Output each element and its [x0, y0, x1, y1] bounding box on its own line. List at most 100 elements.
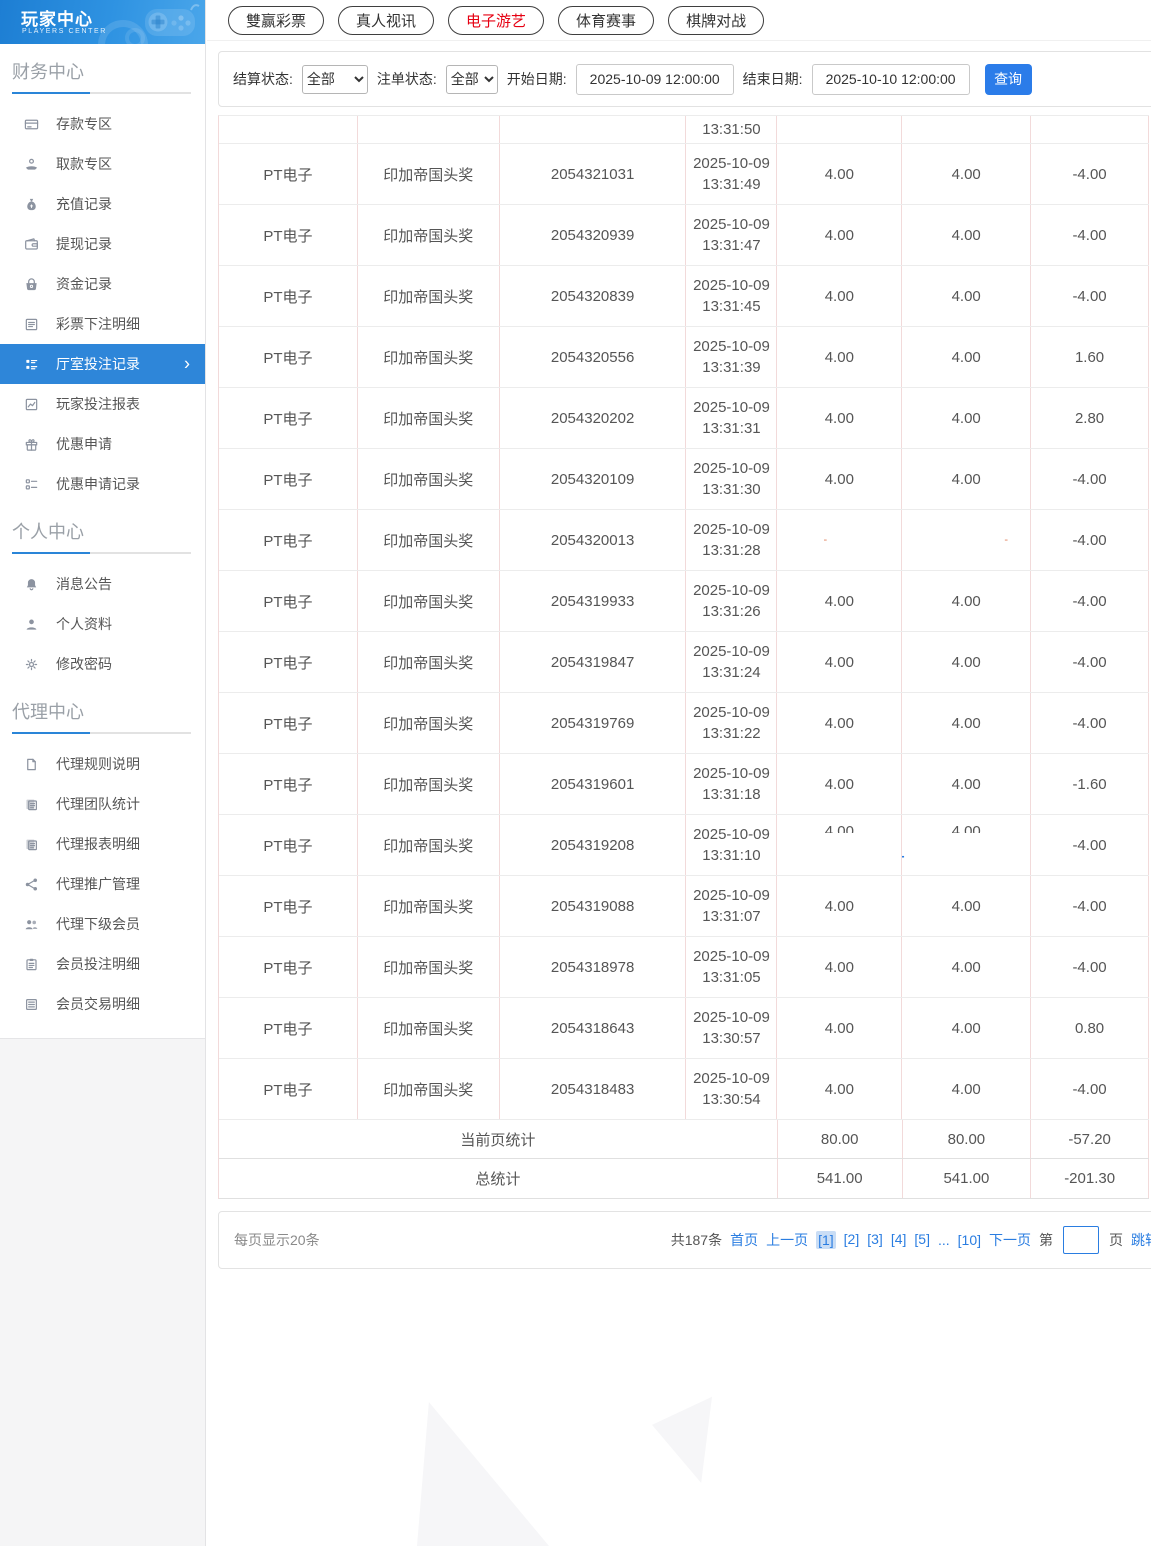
sidebar-item-agent-team-stats[interactable]: 代理团队统计 ›: [0, 784, 205, 824]
start-date-input[interactable]: [575, 63, 734, 95]
sidebar-item-funds-records[interactable]: 资金记录 ›: [0, 264, 205, 304]
tab-sports[interactable]: 体育赛事: [558, 5, 655, 35]
sidebar-item-promo-apply-records[interactable]: 优惠申请记录 ›: [0, 464, 205, 504]
platform-cell: PT电子: [219, 754, 358, 814]
prev-page-link[interactable]: 上一页: [766, 1230, 808, 1250]
table-row: PT电子 印加帝国头奖 2054321031 2025-10-09 13:31:4…: [219, 144, 1149, 205]
tab-lottery[interactable]: 雙赢彩票: [228, 5, 325, 35]
valid-amount-cell: 4.00: [902, 388, 1032, 448]
bet-amount-cell: 4.00: [777, 571, 903, 631]
list-alt-icon: [23, 996, 39, 1012]
total-count-text: 共187条: [670, 1232, 723, 1248]
order-number-cell: 2054318483: [500, 1059, 687, 1119]
table-row: PT电子 印加帝国头奖 2054320939 2025-10-09 13:31:4…: [219, 205, 1149, 266]
query-button[interactable]: 查询: [984, 63, 1032, 95]
time-cell: 2025-10-09 13:30:57: [686, 998, 778, 1058]
triangle-decoration: [417, 1402, 549, 1546]
page-link-1[interactable]: [1]: [816, 1231, 836, 1249]
page-link-5[interactable]: [5]: [914, 1231, 930, 1249]
winloss-cell: -4.00: [1031, 1059, 1149, 1119]
jump-button[interactable]: 跳转: [1131, 1230, 1151, 1250]
order-status-label: 注单状态:: [376, 71, 437, 87]
page-summary-valid: 80.00: [903, 1120, 1032, 1158]
valid-amount-cell: 4.00: [902, 876, 1032, 936]
tab-live-casino[interactable]: 真人视讯: [338, 5, 435, 35]
sidebar-item-promo-apply[interactable]: 优惠申请 ›: [0, 424, 205, 464]
jump-suffix: 页: [1109, 1232, 1123, 1248]
sidebar-item-agent-rules[interactable]: 代理规则说明 ›: [0, 744, 205, 784]
gamepad-icon: [121, 2, 201, 44]
table-row: PT电子 印加帝国头奖 2054320839 2025-10-09 13:31:4…: [219, 266, 1149, 327]
sidebar-item-recharge-records[interactable]: 充值记录 ›: [0, 184, 205, 224]
section-underline: [12, 732, 191, 734]
sidebar-item-member-transactions[interactable]: 会员交易明细 ›: [0, 984, 205, 1024]
section-title-agent-center: 代理中心: [12, 702, 84, 722]
sidebar-item-agent-sub-members[interactable]: 代理下级会员 ›: [0, 904, 205, 944]
settle-status-select[interactable]: 全部: [301, 64, 368, 94]
bet-amount-cell: 4.00: [777, 449, 903, 509]
time-cell: 2025-10-09 13:31:18: [686, 754, 778, 814]
sidebar-item-profile[interactable]: 个人资料 ›: [0, 604, 205, 644]
end-date-input[interactable]: [811, 63, 970, 95]
sidebar-item-lottery-bet-details[interactable]: 彩票下注明细 ›: [0, 304, 205, 344]
game-cell: 印加帝国头奖: [358, 266, 500, 326]
doc-lines-icon: [23, 316, 39, 332]
sidebar-item-agent-promotion[interactable]: 代理推广管理 ›: [0, 864, 205, 904]
table-row: PT电子 印加帝国头奖 2054320202 2025-10-09 13:31:3…: [219, 388, 1149, 449]
valid-amount-cell: 4.00: [902, 754, 1032, 814]
glitch-dash: -: [823, 533, 828, 546]
page-link-2[interactable]: [2]: [844, 1231, 860, 1249]
page-link-10[interactable]: [10]: [958, 1232, 981, 1248]
list-check-icon: [23, 476, 39, 492]
bet-amount-cell: 4.00: [777, 998, 903, 1058]
sidebar-item-member-bet-details[interactable]: 会员投注明细 ›: [0, 944, 205, 984]
platform-cell: PT电子: [219, 144, 358, 204]
filter-bar: 结算状态: 全部 注单状态: 全部 开始日期: 结束日期: 查询: [218, 51, 1151, 107]
game-cell: 印加帝国头奖: [358, 1059, 500, 1119]
table-body: PT电子 印加帝国头奖 2054321031 2025-10-09 13:31:4…: [219, 144, 1149, 1120]
game-cell: 印加帝国头奖: [358, 754, 500, 814]
sidebar-item-change-password[interactable]: 修改密码 ›: [0, 644, 205, 684]
table-row: PT电子 印加帝国头奖 2054320109 2025-10-09 13:31:3…: [219, 449, 1149, 510]
game-cell: 印加帝国头奖: [358, 693, 500, 753]
sidebar-item-deposit-zone[interactable]: 存款专区 ›: [0, 104, 205, 144]
total-summary-row: 总统计 541.00 541.00 -201.30: [219, 1159, 1149, 1199]
tab-slots[interactable]: 电子游艺: [448, 5, 545, 35]
sidebar-item-agent-report-details[interactable]: 代理报表明细 ›: [0, 824, 205, 864]
game-cell: 印加帝国头奖: [358, 205, 500, 265]
jump-page-input[interactable]: [1063, 1226, 1099, 1254]
bet-amount-cell: 4.00: [777, 1059, 903, 1119]
sidebar-item-player-bet-report[interactable]: 玩家投注报表 ›: [0, 384, 205, 424]
next-page-link[interactable]: 下一页: [989, 1230, 1031, 1250]
time-cell: 2025-10-09 13:31:31: [686, 388, 778, 448]
sidebar-item-hall-bet-records[interactable]: 厅室投注记录 ›: [0, 344, 205, 384]
first-page-link[interactable]: 首页: [730, 1230, 758, 1250]
order-status-select[interactable]: 全部: [445, 64, 498, 94]
order-number-cell: 2054320556: [500, 327, 687, 387]
winloss-cell: 1.60: [1031, 327, 1149, 387]
winloss-cell: 2.80: [1031, 388, 1149, 448]
bet-amount-cell: 4.00: [777, 388, 903, 448]
winloss-cell: -4.00: [1031, 266, 1149, 326]
glitch-dash: -: [1004, 533, 1009, 546]
sidebar-item-withdraw-zone[interactable]: 取款专区 ›: [0, 144, 205, 184]
end-date-label: 结束日期:: [742, 71, 803, 87]
page-link-3[interactable]: [3]: [867, 1231, 883, 1249]
winloss-cell: -4.00: [1031, 632, 1149, 692]
pagination-bar: 每页显示20条 共187条 首页 上一页 [1] [2] [3] [4] [5] ...…: [218, 1211, 1151, 1269]
partial-time-cell: 13:31:50: [686, 116, 778, 143]
order-number-cell: 2054319601: [500, 754, 687, 814]
sidebar-item-messages[interactable]: 消息公告 ›: [0, 564, 205, 604]
tab-board-games[interactable]: 棋牌对战: [668, 5, 765, 35]
page-link-4[interactable]: [4]: [891, 1231, 907, 1249]
order-number-cell: 2054320839: [500, 266, 687, 326]
page-summary-winloss: -57.20: [1031, 1120, 1149, 1158]
table-row: PT电子 印加帝国头奖 2054318643 2025-10-09 13:30:5…: [219, 998, 1149, 1059]
clipped-value: 4.00: [824, 823, 854, 833]
order-number-cell: 2054319208: [500, 815, 687, 875]
order-number-cell: 2054320939: [500, 205, 687, 265]
order-number-cell: 2054318978: [500, 937, 687, 997]
glitch-dash: -: [902, 849, 904, 862]
game-cell: 印加帝国头奖: [358, 571, 500, 631]
sidebar-item-withdrawal-records[interactable]: 提现记录 ›: [0, 224, 205, 264]
